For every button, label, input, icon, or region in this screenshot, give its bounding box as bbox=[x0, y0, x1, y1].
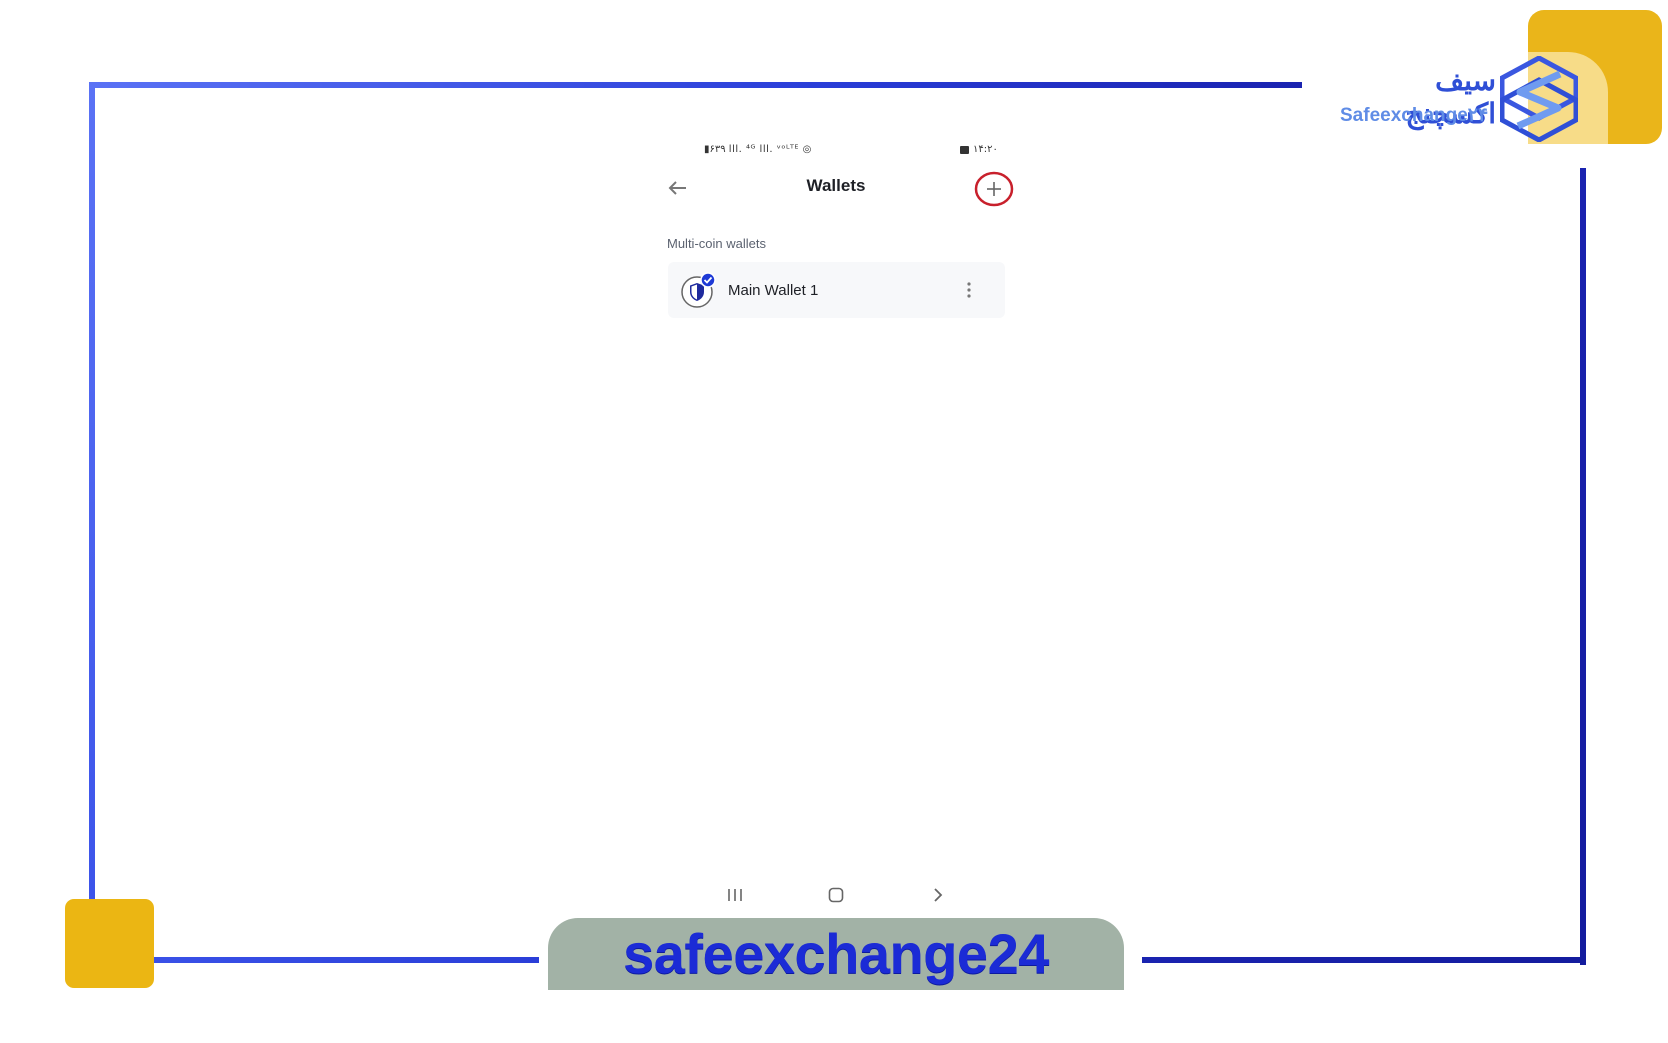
frame-line-left bbox=[89, 82, 95, 899]
add-wallet-button[interactable] bbox=[974, 171, 1014, 207]
frame-line-bottom-right bbox=[1142, 957, 1586, 963]
status-bar-indicators: ▮۶۳۹ lll. ⁴ᴳ lll. ᵛᵒᴸᵀᴱ ◎ bbox=[704, 144, 812, 155]
page-title: Wallets bbox=[806, 176, 866, 195]
logo-text-fa: سیف اکسچنج bbox=[1405, 65, 1496, 129]
status-bar-time-group: ۱۴:۲۰ bbox=[960, 144, 998, 155]
wallet-name: Main Wallet 1 bbox=[728, 282, 819, 299]
recents-icon[interactable] bbox=[724, 886, 746, 904]
decor-yellow-square bbox=[65, 899, 154, 988]
home-icon[interactable] bbox=[827, 886, 845, 904]
plus-icon bbox=[987, 182, 1001, 196]
wallet-list-item[interactable] bbox=[668, 262, 1005, 318]
arrow-left-icon bbox=[668, 181, 686, 195]
logo-s-icon bbox=[1500, 56, 1578, 142]
chevron-right-icon[interactable] bbox=[930, 886, 946, 904]
status-time: ۱۴:۲۰ bbox=[973, 144, 998, 155]
banner-text: safeexchange24 bbox=[623, 922, 1049, 985]
logo-text-en: Safeexchange۲۴ bbox=[1340, 105, 1489, 126]
frame-line-top bbox=[89, 82, 1302, 88]
back-button[interactable] bbox=[666, 176, 694, 200]
shield-check-icon bbox=[681, 272, 716, 308]
section-label: Multi-coin wallets bbox=[667, 236, 766, 251]
more-vertical-icon[interactable] bbox=[962, 280, 976, 300]
notification-icon bbox=[960, 145, 969, 154]
frame-line-right bbox=[1580, 168, 1586, 965]
frame-line-bottom-left bbox=[89, 957, 539, 963]
